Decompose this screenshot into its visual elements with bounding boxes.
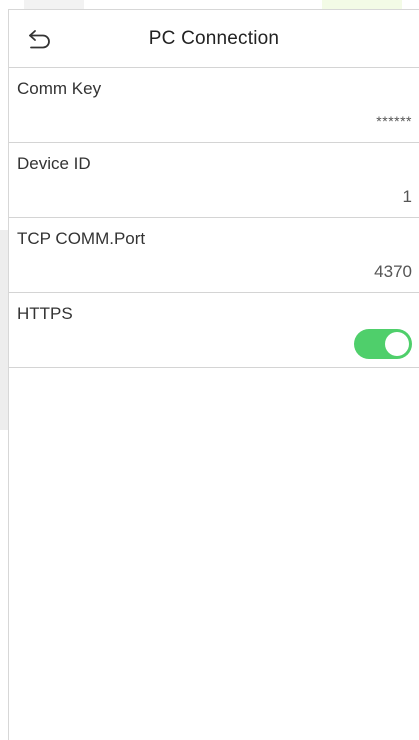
page-title: PC Connection: [148, 27, 280, 49]
tcp-comm-port-label: TCP COMM.Port: [17, 229, 146, 248]
header-bar: PC Connection: [9, 10, 419, 68]
https-row: HTTPS: [9, 293, 419, 368]
back-button[interactable]: [25, 26, 55, 52]
comm-key-label: Comm Key: [17, 79, 102, 98]
device-id-value: 1: [402, 187, 412, 206]
comm-key-row[interactable]: Comm Key ******: [9, 68, 419, 143]
tcp-comm-port-row[interactable]: TCP COMM.Port 4370: [9, 218, 419, 293]
https-label: HTTPS: [17, 304, 73, 323]
device-id-row[interactable]: Device ID 1: [9, 143, 419, 218]
device-id-label: Device ID: [17, 154, 91, 173]
background-patch: [0, 230, 8, 430]
comm-key-value: ******: [376, 113, 412, 129]
toggle-knob: [385, 332, 409, 356]
back-arrow-icon: [29, 30, 50, 49]
background-patch: [24, 0, 84, 9]
https-toggle[interactable]: [354, 329, 412, 359]
tcp-comm-port-value: 4370: [374, 262, 412, 281]
background-patch: [322, 0, 402, 9]
pc-connection-screen: PC Connection Comm Key ****** Device ID …: [8, 9, 419, 740]
